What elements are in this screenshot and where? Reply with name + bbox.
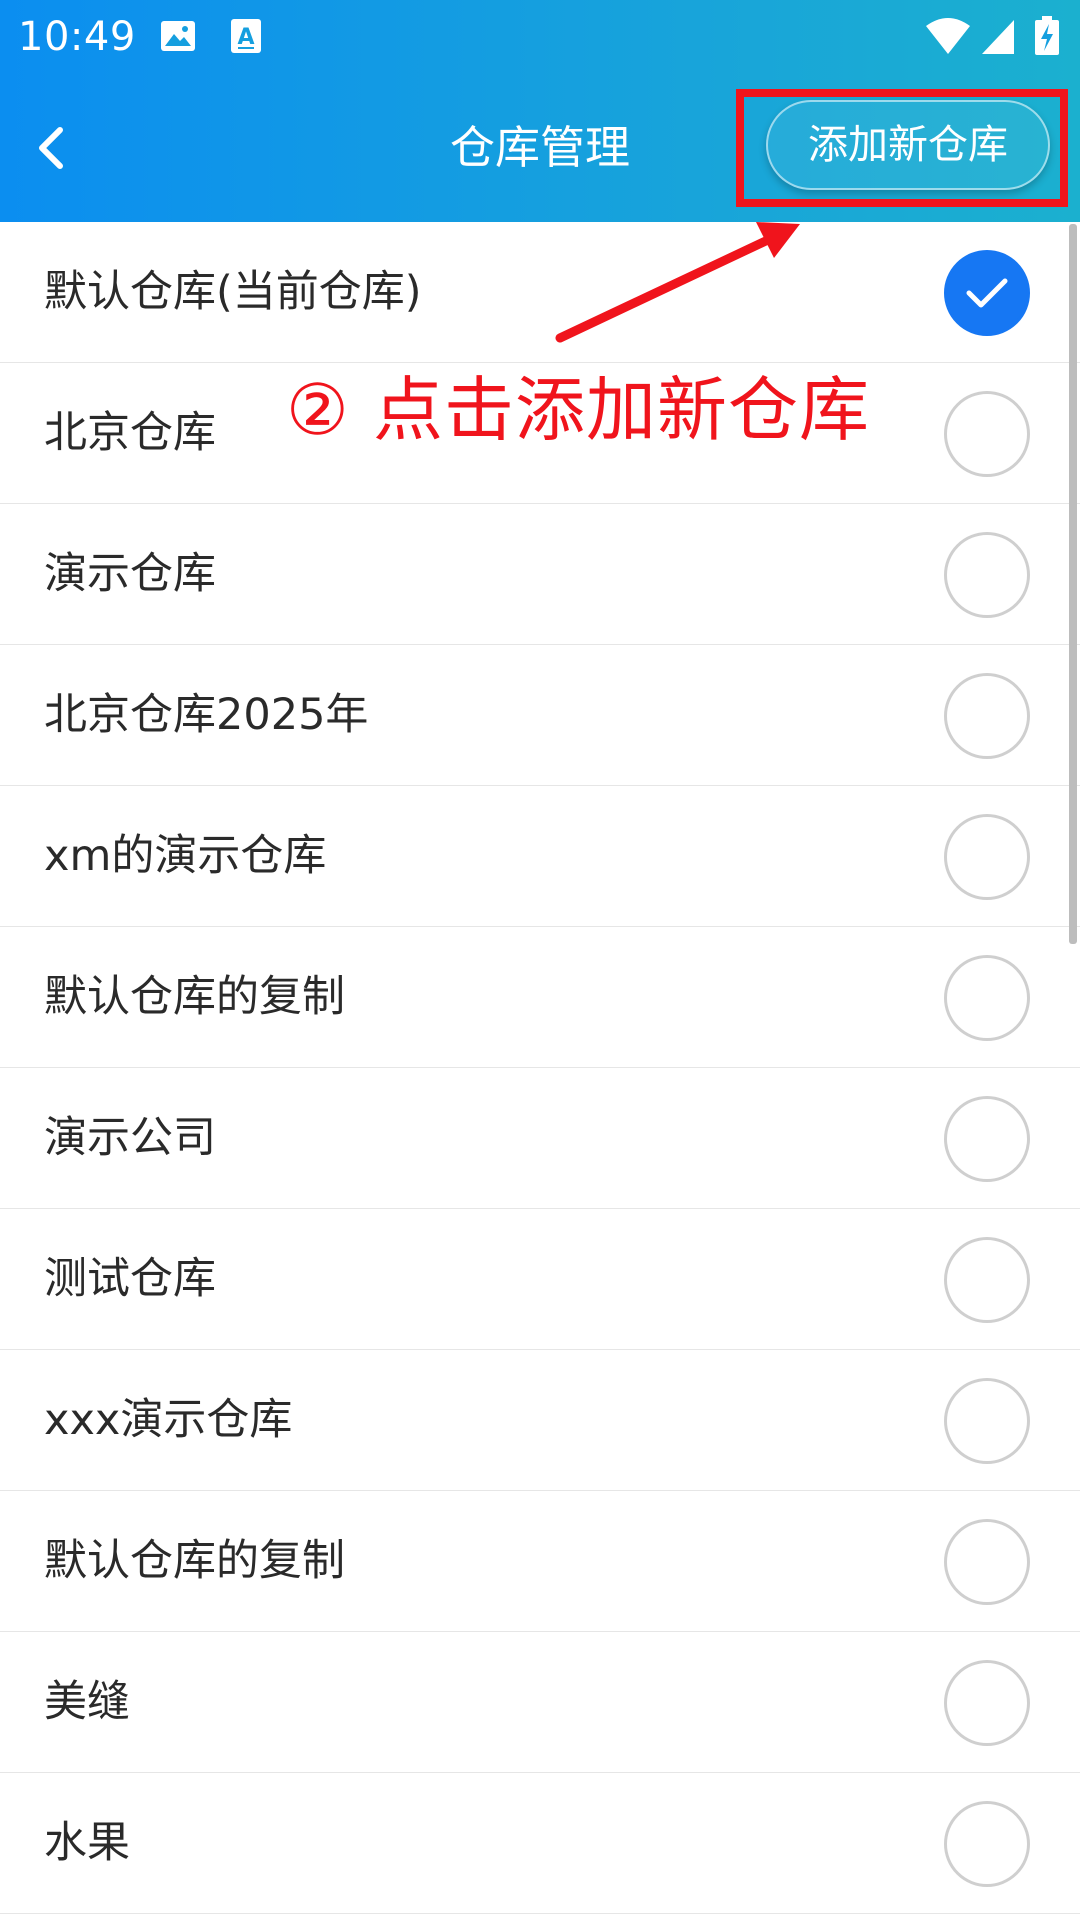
chevron-left-icon [39,127,63,169]
radio-unchecked[interactable] [944,391,1030,477]
svg-text:A: A [237,25,254,50]
image-icon [158,16,198,56]
warehouse-list: 默认仓库(当前仓库) 北京仓库演示仓库北京仓库2025年 xm的演示仓库 默认仓库的复… [0,222,1080,1914]
warehouse-list-item[interactable]: 北京仓库2025年 [0,645,1080,786]
warehouse-list-item[interactable]: xxx演示仓库 [0,1350,1080,1491]
radio-unchecked[interactable] [944,1801,1030,1887]
warehouse-list-item[interactable]: 默认仓库的复制 [0,1491,1080,1632]
font-a-icon: A [226,16,266,56]
radio-unchecked[interactable] [944,1519,1030,1605]
warehouse-name: 美缝 [44,1677,130,1727]
warehouse-list-item[interactable]: 默认仓库(当前仓库) [0,222,1080,363]
checkmark-icon [966,278,1008,308]
warehouse-list-item[interactable]: 演示公司 [0,1068,1080,1209]
warehouse-name: xxx演示仓库 [44,1395,293,1445]
back-button[interactable] [20,108,84,188]
app-bar: 仓库管理 添加新仓库 [0,76,1080,222]
battery-charging-icon [1034,16,1060,56]
radio-unchecked[interactable] [944,532,1030,618]
radio-unchecked[interactable] [944,1237,1030,1323]
status-time: 10:49 [18,14,136,60]
warehouse-name: 演示仓库 [44,549,216,599]
warehouse-list-item[interactable]: 演示仓库 [0,504,1080,645]
warehouse-name: 北京仓库 [44,408,216,458]
header: 10:49 A 仓库管理 添加新仓库 [0,0,1080,222]
scrollbar[interactable] [1069,224,1077,944]
warehouse-name: 默认仓库(当前仓库) [44,267,422,317]
warehouse-name: xm的演示仓库 [44,831,327,881]
signal-icon [978,16,1018,56]
warehouse-name: 默认仓库的复制 [44,1536,345,1586]
radio-checked[interactable] [944,250,1030,336]
radio-unchecked[interactable] [944,1660,1030,1746]
radio-unchecked[interactable] [944,1378,1030,1464]
warehouse-name: 默认仓库的复制 [44,972,345,1022]
radio-unchecked[interactable] [944,673,1030,759]
annotation-text: ② 点击添加新仓库 [286,369,871,451]
warehouse-name: 水果 [44,1818,130,1868]
warehouse-name: 演示公司 [44,1113,216,1163]
radio-unchecked[interactable] [944,955,1030,1041]
wifi-icon [924,16,972,56]
radio-unchecked[interactable] [944,814,1030,900]
warehouse-list-item[interactable]: xm的演示仓库 [0,786,1080,927]
radio-unchecked[interactable] [944,1096,1030,1182]
warehouse-name: 北京仓库2025年 [44,690,369,740]
warehouse-list-item[interactable]: 测试仓库 [0,1209,1080,1350]
add-new-warehouse-button[interactable]: 添加新仓库 [766,100,1050,190]
page-title: 仓库管理 [449,121,630,174]
warehouse-list-item[interactable]: 水果 [0,1773,1080,1914]
warehouse-name: 测试仓库 [44,1254,216,1304]
warehouse-list-item[interactable]: 默认仓库的复制 [0,927,1080,1068]
status-bar: 10:49 A [0,0,1080,76]
warehouse-list-item[interactable]: 美缝 [0,1632,1080,1773]
